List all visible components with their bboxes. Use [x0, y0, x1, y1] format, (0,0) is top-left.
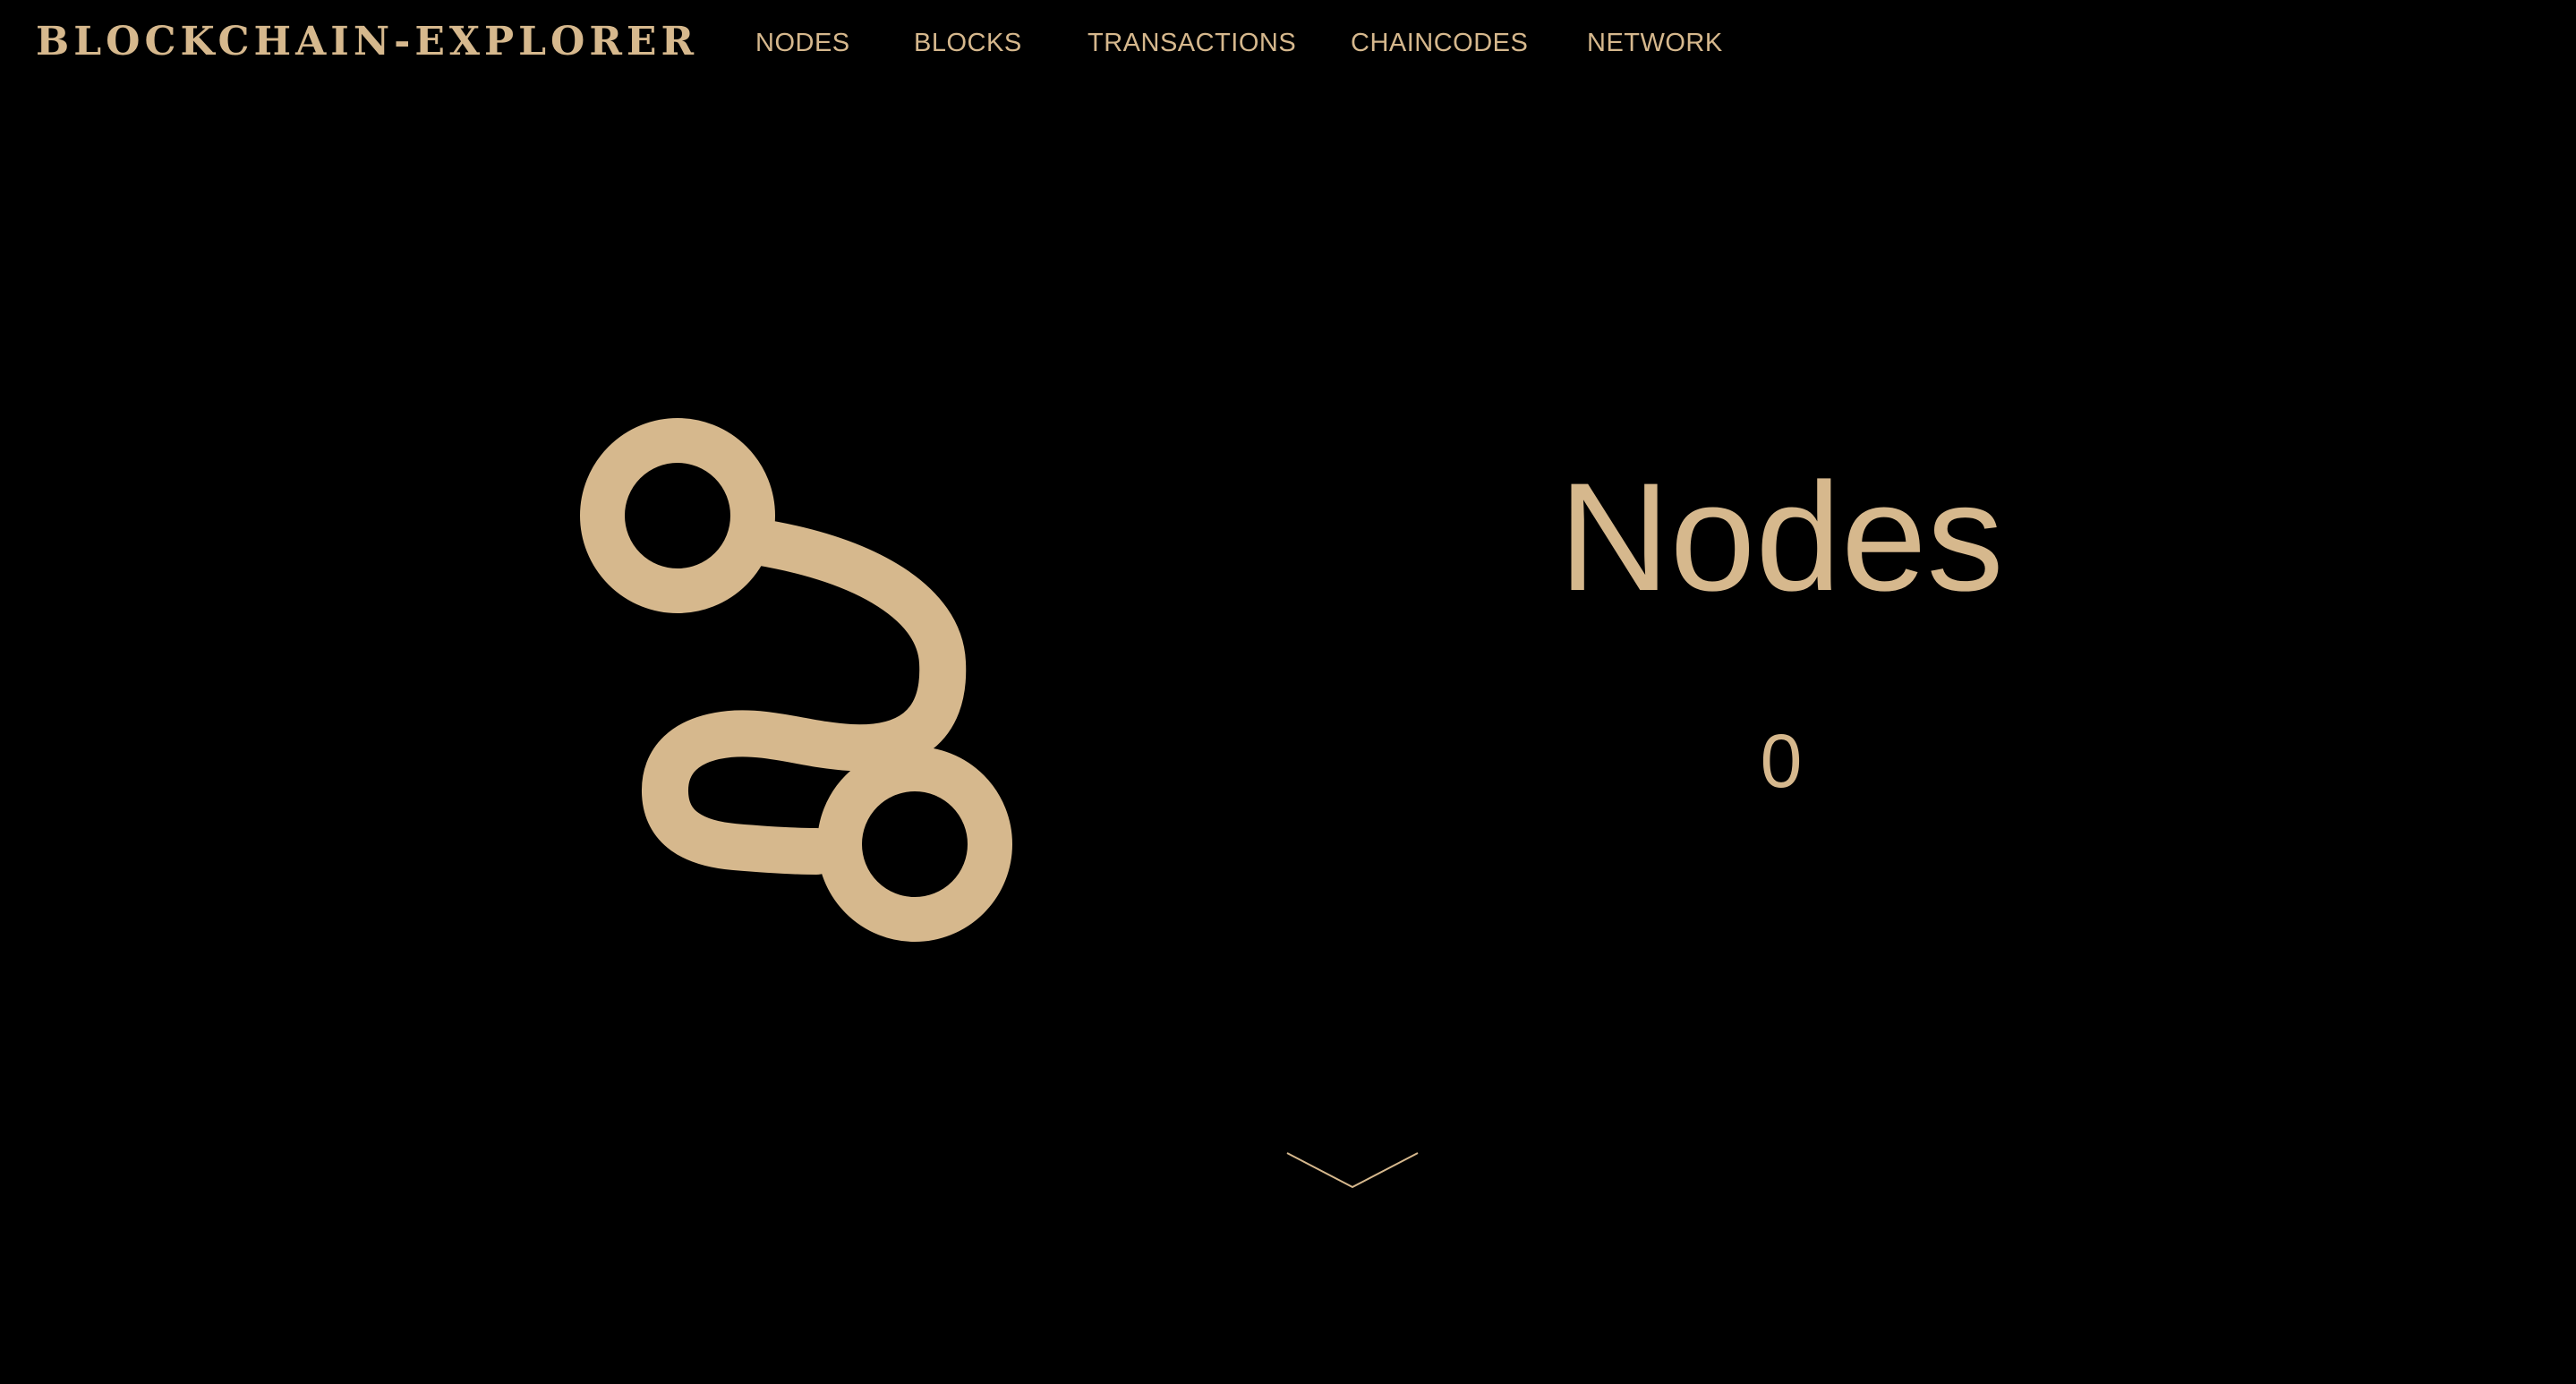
nav-item-network[interactable]: NETWORK — [1587, 27, 1723, 59]
node-count: 0 — [1760, 719, 1803, 803]
nav-item-chaincodes[interactable]: CHAINCODES — [1351, 27, 1528, 59]
nav-item-transactions[interactable]: TRANSACTIONS — [1088, 27, 1296, 59]
brand-logo[interactable]: BLOCKCHAIN-EXPLORER — [36, 16, 698, 68]
navbar: BLOCKCHAIN-EXPLORER NODES BLOCKS TRANSAC… — [0, 0, 2576, 86]
route-icon — [564, 403, 1029, 958]
nav-item-nodes[interactable]: NODES — [755, 27, 850, 59]
chevron-down-icon[interactable] — [1280, 1146, 1423, 1191]
nav-item-blocks[interactable]: BLOCKS — [914, 27, 1022, 59]
page-title: Nodes — [1558, 451, 2004, 623]
